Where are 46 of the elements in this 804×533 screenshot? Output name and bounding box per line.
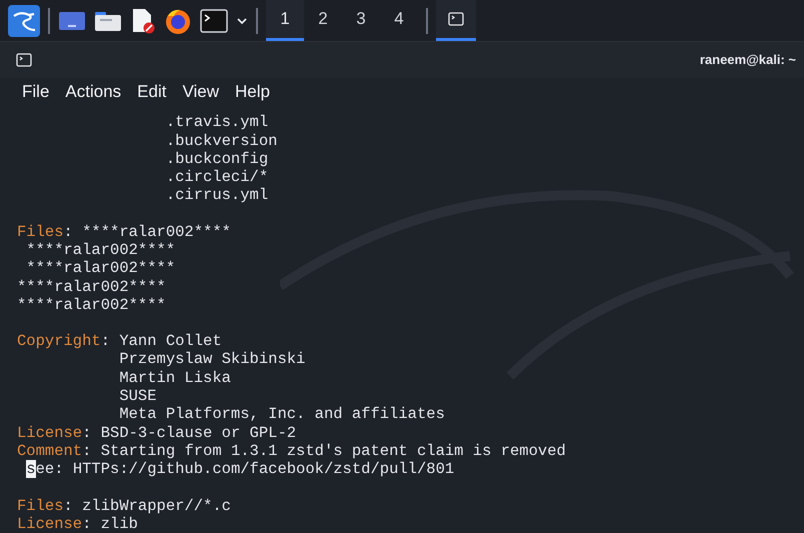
- terminal-text: : ****ralar002****: [64, 222, 231, 241]
- window-title: raneem@kali: ~: [700, 51, 796, 70]
- workspace-tab[interactable]: 4: [380, 0, 418, 42]
- dragon-logo-icon[interactable]: [8, 4, 40, 37]
- terminal-task-button[interactable]: [436, 0, 476, 42]
- field-label: Files: [17, 222, 64, 241]
- workspace-tab[interactable]: 2: [304, 0, 342, 42]
- terminal-icon[interactable]: [200, 8, 228, 33]
- text-file-icon[interactable]: [130, 8, 156, 34]
- folder-icon[interactable]: [94, 10, 122, 32]
- menu-item[interactable]: View: [182, 79, 219, 105]
- field-label: Comment: [17, 442, 82, 460]
- terminal-text: ****ralar002****: [17, 278, 166, 296]
- terminal-text: .buckconfig: [164, 150, 268, 168]
- menu-item[interactable]: Edit: [137, 79, 166, 105]
- terminal-text: Meta Platforms, Inc. and affiliates: [118, 405, 445, 424]
- menu-item[interactable]: Help: [235, 79, 270, 105]
- terminal-text: : Yann Collet: [100, 332, 222, 350]
- terminal-text: SUSE: [118, 387, 157, 406]
- terminal-text: .circleci/*: [164, 168, 268, 186]
- terminal-text: ****ralar002****: [17, 296, 166, 314]
- terminal-text: Martin Liska: [118, 368, 231, 387]
- terminal-text: ee: HTTPs://github.com/facebook/zstd/pull/801: [36, 460, 454, 478]
- chevron-down-icon[interactable]: [236, 16, 248, 26]
- terminal-text: .travis.yml: [164, 113, 268, 132]
- menu-item[interactable]: Actions: [65, 79, 122, 105]
- terminal-text: ****ralar002****: [25, 240, 176, 259]
- terminal-text: .buckversion: [164, 132, 278, 150]
- terminal-text: : zlib: [82, 514, 138, 533]
- terminal-text: .cirrus.yml: [164, 186, 268, 204]
- workspace-tab[interactable]: 1: [266, 0, 304, 42]
- terminal-icon: [448, 12, 464, 26]
- terminal-text: : Starting from 1.3.1 zstd's patent claim is removed: [82, 442, 566, 460]
- workspace-tab[interactable]: 3: [342, 0, 380, 42]
- field-label: Files: [17, 496, 64, 515]
- field-label: License: [17, 514, 82, 533]
- terminal-text: : BSD-3-clause or GPL-2: [82, 424, 296, 442]
- field-label: Copyright: [17, 332, 101, 350]
- text-cursor: s: [26, 460, 36, 478]
- terminal-icon: [16, 53, 32, 68]
- terminal-text: ****ralar002****: [25, 259, 176, 278]
- field-label: License: [17, 424, 82, 442]
- terminal-text: : zlibWrapper//*.c: [64, 496, 231, 515]
- terminal-text: Przemyslaw Skibinski: [118, 350, 306, 368]
- menu-item[interactable]: File: [22, 79, 50, 105]
- desktop-icon[interactable]: [58, 10, 86, 32]
